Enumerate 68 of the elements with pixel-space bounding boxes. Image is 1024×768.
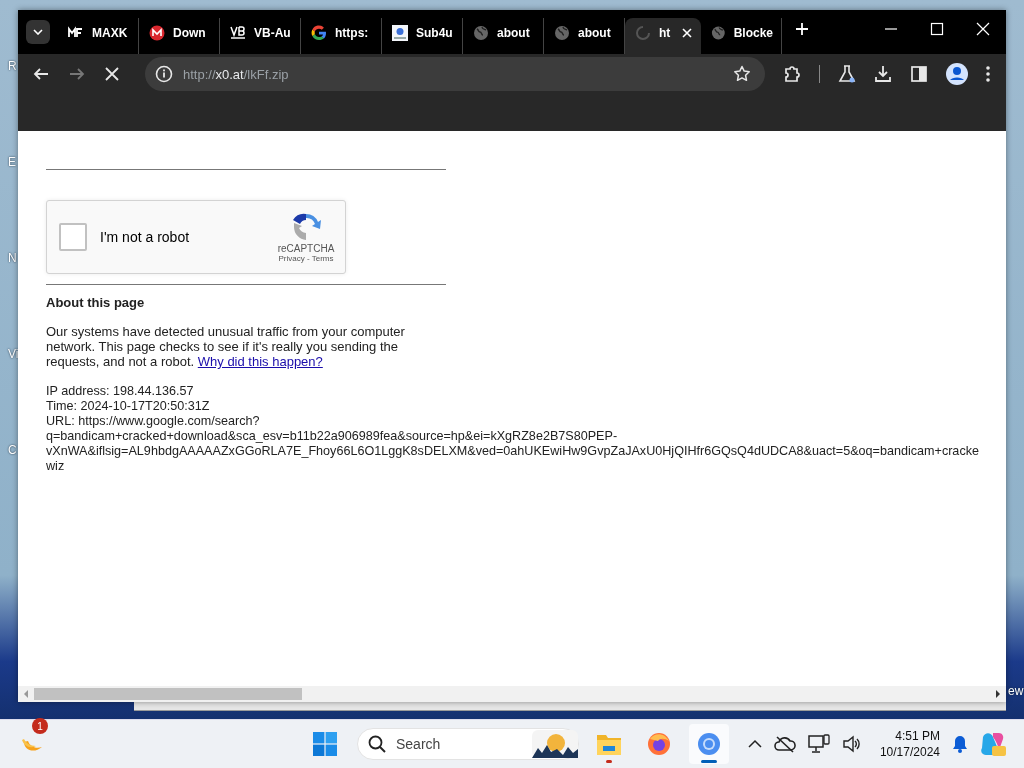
- close-tab-icon[interactable]: [682, 28, 693, 38]
- globe-icon: [473, 25, 489, 41]
- info-icon[interactable]: [155, 65, 173, 83]
- more-menu-icon[interactable]: [986, 66, 990, 82]
- speaker-icon[interactable]: [841, 735, 862, 754]
- download-icon[interactable]: [874, 65, 892, 83]
- flask-icon[interactable]: [838, 65, 856, 83]
- url-text: http://x0.at/lkFf.zip: [183, 66, 290, 82]
- scrollbar-thumb[interactable]: [34, 688, 302, 700]
- network-icon[interactable]: [807, 734, 830, 755]
- back-arrow-icon[interactable]: [33, 66, 49, 82]
- explanation-text: Our systems have detected unusual traffic from your computer network. This page checks to see if it's really you sending the requests, and not a robot. Why did this happen?: [46, 324, 406, 369]
- forward-arrow-icon[interactable]: [69, 66, 85, 82]
- desktop-icon-label: N: [7, 250, 18, 267]
- chrome-logo-icon: [697, 732, 721, 757]
- bell-icon[interactable]: [952, 735, 968, 754]
- detail-line: IP address: 198.44.136.57: [46, 384, 195, 399]
- google-logo-icon: [311, 25, 327, 41]
- search-icon: [368, 735, 386, 754]
- recaptcha-brand: reCAPTCHA: [277, 243, 335, 254]
- desktop-icon-label: R: [7, 58, 18, 75]
- taskbar-app[interactable]: [689, 724, 729, 765]
- running-indicator: [606, 760, 612, 764]
- browser-tab[interactable]: ht: [625, 18, 701, 54]
- vb-logo-icon: [230, 25, 246, 41]
- side-panel-icon[interactable]: [910, 65, 928, 83]
- plus-icon: [796, 23, 808, 35]
- taskbar-search-field[interactable]: Search: [357, 728, 579, 761]
- profile-avatar-icon[interactable]: [946, 63, 968, 85]
- clock[interactable]: 4:51 PM 10/17/2024: [879, 728, 940, 761]
- globe-icon: [711, 25, 726, 41]
- chevron-icon: [33, 29, 43, 35]
- maximize-icon[interactable]: [930, 22, 944, 36]
- detail-line: URL: https://www.google.com/search?: [46, 414, 261, 429]
- firefox-logo-icon: [647, 732, 671, 757]
- stop-loading-icon[interactable]: [105, 67, 119, 81]
- captcha-checkbox[interactable]: [59, 223, 87, 251]
- recaptcha-logo-icon: [290, 211, 322, 243]
- captcha-label: I'm not a robot: [100, 229, 190, 245]
- notification-badge: 1: [32, 718, 48, 735]
- cloud-off-icon[interactable]: [773, 735, 796, 754]
- desktop-icon-label: Vi: [7, 346, 18, 363]
- address-bar[interactable]: http://x0.at/lkFf.zip: [145, 57, 765, 91]
- star-icon[interactable]: [733, 65, 751, 83]
- copilot-logo-icon[interactable]: [980, 731, 1006, 758]
- tab-search-button[interactable]: [26, 20, 50, 44]
- chevron-up-icon[interactable]: [747, 739, 762, 750]
- horizontal-scrollbar[interactable]: [18, 686, 1006, 702]
- site-logo-icon: [392, 25, 408, 41]
- puzzle-icon[interactable]: [783, 65, 801, 83]
- privacy-terms-links[interactable]: Privacy - Terms: [278, 254, 334, 263]
- detail-line: vXnWA&iflsig=AL9hbdgAAAAAZxGGoRLA7E_Fhoy66L6O1LggK8sDELXM&ved=0ahUKEwiHw9GvpZaJAxU0HjQIHfr6GQsQ4dUDCA8&uact=5&oq=bandicam+cracke: [46, 444, 980, 459]
- folder-icon: [596, 732, 622, 757]
- why-link[interactable]: Why did this happen?: [197, 354, 323, 369]
- section-heading: About this page: [46, 295, 146, 310]
- detail-line: wiz: [46, 459, 66, 474]
- globe-icon: [554, 25, 570, 41]
- desktop-icon-label: E: [7, 154, 17, 171]
- detail-line: Time: 2024-10-17T20:50:31Z: [46, 399, 211, 414]
- windows-start-icon[interactable]: [313, 732, 337, 757]
- mega-logo-icon: [149, 25, 165, 41]
- running-indicator: [701, 760, 717, 764]
- desktop-icon-label: ew: [1008, 684, 1024, 698]
- loading-spinner-icon: [635, 25, 651, 41]
- close-icon[interactable]: [976, 22, 990, 36]
- detail-line: q=bandicam+cracked+download&sca_esv=b11b22a906989fea&source=hp&ei=kXgRZ8e2B7S80PEP-: [46, 429, 619, 444]
- desktop-icon-label: C: [7, 442, 18, 459]
- scroll-right-icon[interactable]: [995, 690, 1001, 698]
